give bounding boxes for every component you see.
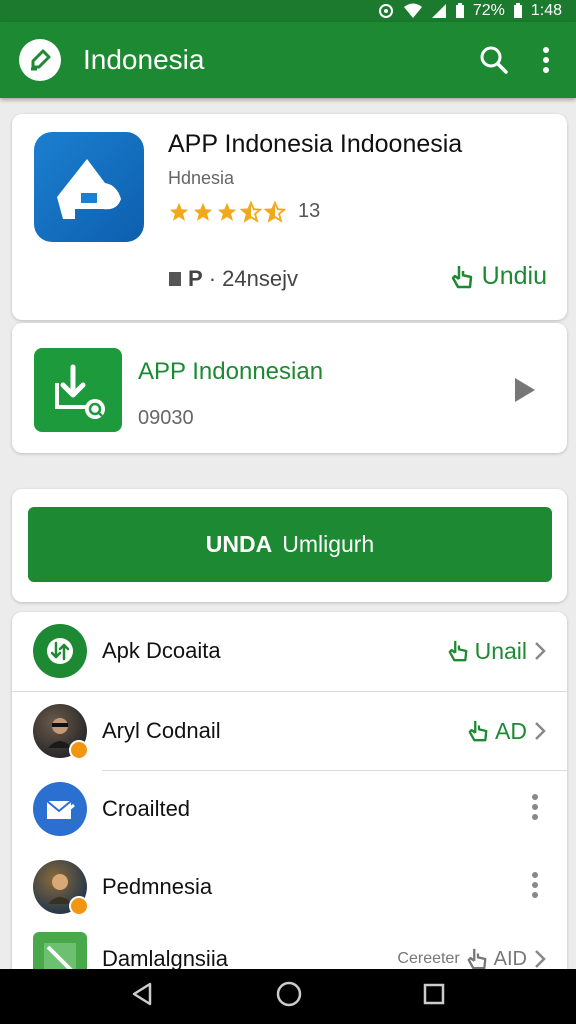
list-item-download-button[interactable]: AD — [467, 718, 547, 745]
clock: 1:48 — [530, 2, 562, 19]
star-icon — [169, 202, 189, 221]
rating: 13 — [168, 200, 320, 223]
avatar — [33, 704, 89, 760]
list-item-label: Croailted — [102, 796, 191, 821]
list-item-action-label: AD — [495, 717, 527, 744]
signal-icon — [431, 4, 446, 18]
list-item[interactable]: Pedmnesia — [12, 848, 567, 926]
download-label: Undiu — [481, 262, 547, 290]
app-developer: Hdnesia — [168, 168, 235, 188]
search-icon[interactable] — [470, 36, 518, 84]
wifi-icon — [403, 3, 422, 18]
battery-icon-2 — [513, 3, 522, 18]
primary-action-card: UNDA Umligurh — [12, 489, 567, 602]
battery-percent: 72% — [472, 2, 505, 19]
badge-icon — [69, 896, 89, 916]
list-item-label: Pedmnesia — [102, 874, 213, 899]
download-app-icon[interactable] — [34, 348, 122, 432]
list-item-download-button[interactable]: Unail — [447, 638, 547, 665]
chevron-right-icon — [535, 950, 546, 968]
more-vert-icon[interactable] — [531, 793, 539, 826]
chevron-right-icon — [535, 642, 546, 660]
list-item-label: Aryl Codnail — [102, 718, 221, 743]
home-icon[interactable] — [275, 980, 303, 1013]
grid-icon — [169, 272, 181, 286]
badge-icon — [69, 740, 89, 760]
list-item-action-label: Unail — [474, 637, 527, 664]
primary-button-label-bold: UNDA — [205, 531, 273, 557]
back-icon[interactable] — [130, 981, 156, 1012]
app-list: Apk Dcoaita Unail Aryl Codnail AD Croail… — [12, 612, 567, 992]
app-icon[interactable] — [34, 132, 144, 242]
primary-install-button[interactable]: UNDA Umligurh — [28, 507, 552, 582]
download-circle-icon — [33, 624, 87, 678]
featured-item-title: APP Indonnesian — [138, 358, 324, 385]
list-item-action-prefix: Cereeter — [397, 950, 460, 967]
play-arrow-icon[interactable] — [513, 376, 537, 409]
list-item[interactable]: Aryl Codnail AD — [12, 692, 567, 770]
download-button[interactable]: Undiu — [450, 262, 547, 291]
app-card[interactable]: APP Indonesia Indoonesia Hdnesia 13 P · … — [12, 114, 567, 320]
star-half-icon — [264, 200, 286, 223]
list-item-action-label: AID — [493, 947, 527, 970]
list-item[interactable]: Apk Dcoaita Unail — [12, 612, 567, 690]
list-item-label: Apk Dcoaita — [102, 638, 221, 663]
avatar — [33, 860, 89, 916]
list-item[interactable]: Croailted — [12, 770, 567, 848]
recents-icon[interactable] — [422, 982, 446, 1011]
status-bar: 72% 1:48 — [0, 0, 576, 22]
download-hand-icon — [468, 720, 488, 742]
meta-prefix: P — [188, 266, 203, 291]
more-vert-icon[interactable] — [522, 36, 570, 84]
star-half-icon — [240, 200, 262, 223]
chevron-right-icon — [535, 722, 546, 740]
primary-button-label: Umligurh — [282, 531, 375, 557]
app-meta: P · 24nsejv — [168, 266, 298, 292]
rating-count: 13 — [298, 200, 321, 222]
sync-icon — [378, 4, 393, 18]
star-icon — [217, 202, 237, 221]
download-hand-icon — [451, 265, 472, 288]
toolbar-title: Indonesia — [83, 44, 205, 75]
featured-item-code: 09030 — [138, 407, 194, 429]
system-nav-bar — [0, 969, 576, 1024]
download-hand-icon — [448, 640, 467, 662]
meta-text: · 24nsejv — [208, 266, 298, 291]
app-title: APP Indonesia Indoonesia — [168, 130, 463, 158]
featured-item-card[interactable]: APP Indonnesian 09030 — [12, 323, 567, 453]
battery-icon — [455, 3, 464, 18]
share-mail-icon — [33, 782, 87, 836]
star-icon — [193, 202, 213, 221]
more-vert-icon[interactable] — [531, 871, 539, 904]
app-logo-icon[interactable] — [19, 39, 61, 81]
app-toolbar: Indonesia — [0, 22, 576, 98]
